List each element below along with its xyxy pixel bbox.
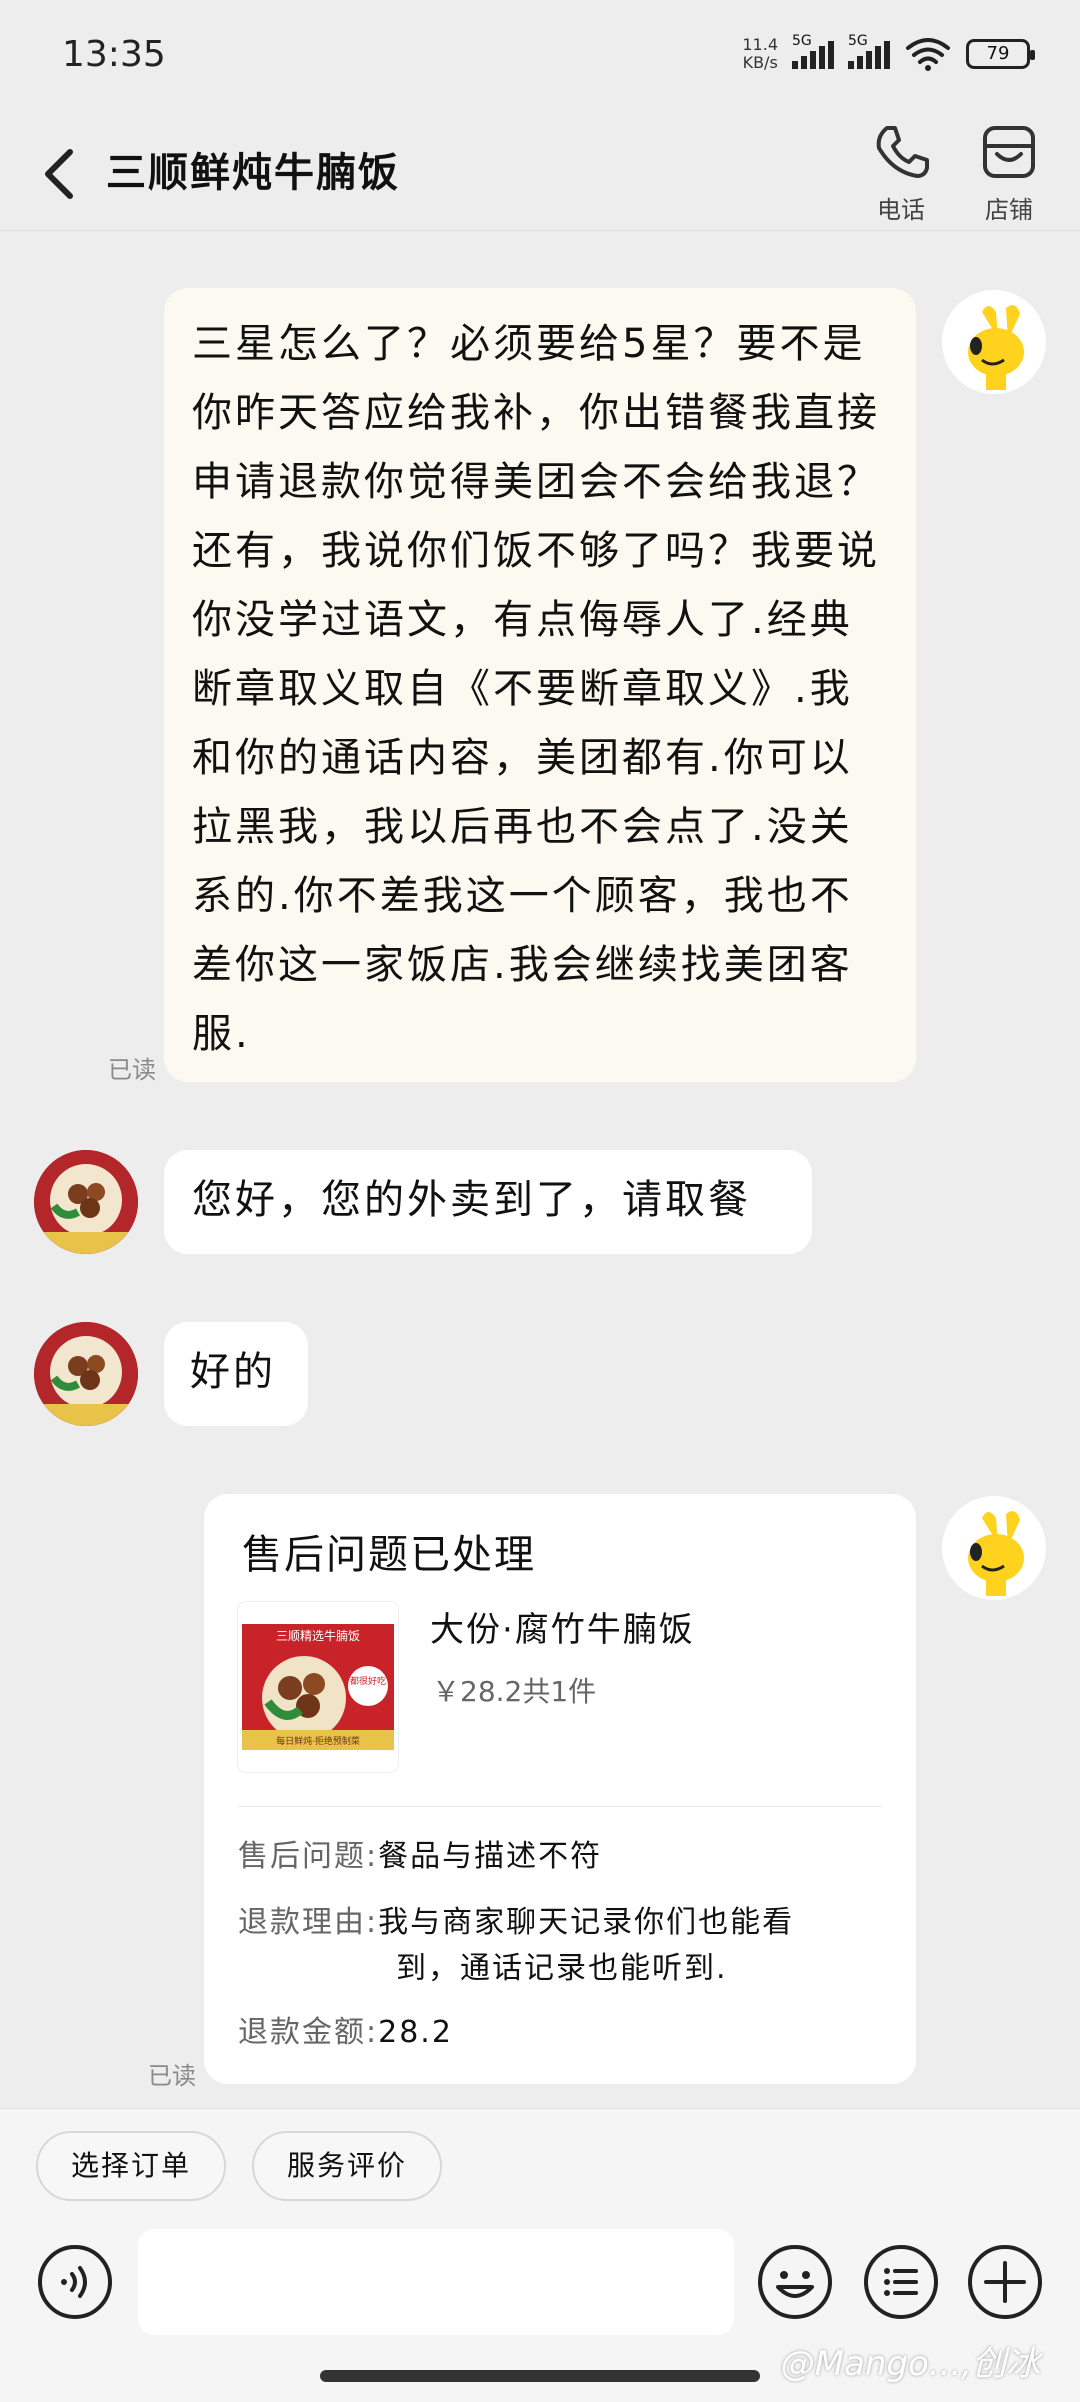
issue-key: 售后问题: <box>238 1839 379 1874</box>
issue-value: 餐品与描述不符 <box>378 1839 603 1874</box>
select-order-chip[interactable]: 选择订单 <box>36 2131 226 2201</box>
voice-button[interactable] <box>36 2243 114 2321</box>
amount-key: 退款金额: <box>238 2015 379 2050</box>
status-icons: 11.4 KB/s 5G 5G 79 <box>742 33 1035 72</box>
product-thumbnail[interactable]: 三顺精选牛腩饭 都很好吃 每日鲜炖·拒绝预制菜 <box>238 1602 398 1772</box>
network-speed-unit: KB/s <box>742 53 778 72</box>
signal-2-label: 5G <box>848 33 868 49</box>
mascot-icon <box>942 290 1046 394</box>
service-review-chip[interactable]: 服务评价 <box>252 2131 442 2201</box>
message-bubble-store: 好的 <box>164 1322 308 1426</box>
food-avatar-icon <box>34 1322 138 1426</box>
store-avatar[interactable] <box>34 1150 138 1254</box>
issue-row: 售后问题:餐品与描述不符 <box>238 1834 898 1880</box>
read-status: 已读 <box>108 1056 156 1084</box>
phone-label: 电话 <box>877 196 925 224</box>
card-title: 售后问题已处理 <box>242 1532 536 1578</box>
input-row <box>0 2229 1080 2339</box>
back-button[interactable] <box>30 138 90 208</box>
shop-button[interactable]: 店铺 <box>964 120 1054 225</box>
product-image: 三顺精选牛腩饭 都很好吃 每日鲜炖·拒绝预制菜 <box>238 1602 398 1772</box>
message-bubble-store: 您好，您的外卖到了，请取餐 <box>164 1150 812 1254</box>
wifi-icon <box>906 38 950 71</box>
network-speed: 11.4 KB/s <box>742 36 778 72</box>
shop-icon <box>983 126 1035 178</box>
product-price: ￥28.2共1件 <box>432 1675 597 1708</box>
amount-row: 退款金额:28.2 <box>238 2010 898 2056</box>
read-status: 已读 <box>148 2062 196 2090</box>
phone-button[interactable]: 电话 <box>856 120 946 225</box>
message-text: 您好，您的外卖到了，请取餐 <box>192 1177 751 1223</box>
status-bar: 13:35 11.4 KB/s 5G 5G 79 <box>0 0 1080 120</box>
card-divider <box>238 1806 882 1807</box>
reason-value-line2: 到，通话记录也能听到. <box>396 1951 728 1986</box>
reason-row: 退款理由:我与商家聊天记录你们也能看 <box>238 1900 898 1946</box>
reason-value-line1: 我与商家聊天记录你们也能看 <box>378 1905 795 1940</box>
chat-title: 三顺鲜炖牛腩饭 <box>106 150 400 196</box>
signal-1-label: 5G <box>792 33 812 49</box>
store-avatar[interactable] <box>34 1322 138 1426</box>
product-name: 大份·腐竹牛腩饭 <box>430 1610 695 1650</box>
user-avatar[interactable] <box>942 1496 1046 1600</box>
watermark: @Mango...,创冰 <box>780 2344 1040 2384</box>
message-bubble-user: 三星怎么了？必须要给5星？要不是你昨天答应给我补，你出错餐我直接申请退款你觉得美… <box>164 288 916 1082</box>
reason-row-cont: 到，通话记录也能听到. <box>396 1946 896 1992</box>
status-time: 13:35 <box>62 34 166 75</box>
shop-label: 店铺 <box>985 196 1033 224</box>
battery-icon: 79 <box>966 39 1035 69</box>
plus-button[interactable] <box>966 2243 1044 2321</box>
network-speed-value: 11.4 <box>742 35 778 54</box>
signal-icon: 5G <box>792 33 834 69</box>
mascot-icon <box>942 1496 1046 1600</box>
thumbnail-badge-text: 都很好吃 <box>350 1675 386 1687</box>
quick-reply-button[interactable] <box>862 2243 940 2321</box>
user-avatar[interactable] <box>942 290 1046 394</box>
chat-header: 三顺鲜炖牛腩饭 电话 店铺 <box>0 120 1080 230</box>
message-text: 好的 <box>190 1349 276 1395</box>
aftersale-card[interactable]: 售后问题已处理 三顺精选牛腩饭 都很好吃 每日鲜炖·拒绝预制菜 大份·腐竹牛腩饭… <box>204 1494 916 2084</box>
food-avatar-icon <box>34 1150 138 1254</box>
thumbnail-banner-text: 三顺精选牛腩饭 <box>276 1628 360 1643</box>
thumbnail-footer-text: 每日鲜炖·拒绝预制菜 <box>276 1735 360 1747</box>
header-divider <box>0 230 1080 231</box>
message-input[interactable] <box>138 2229 734 2335</box>
reason-key: 退款理由: <box>238 1905 379 1940</box>
phone-icon <box>876 126 929 178</box>
amount-value: 28.2 <box>378 2015 453 2050</box>
signal-icon-2: 5G <box>848 33 890 69</box>
message-text: 三星怎么了？必须要给5星？要不是你昨天答应给我补，你出错餐我直接申请退款你觉得美… <box>192 321 880 1057</box>
emoji-button[interactable] <box>756 2243 834 2321</box>
home-indicator[interactable] <box>320 2370 760 2382</box>
